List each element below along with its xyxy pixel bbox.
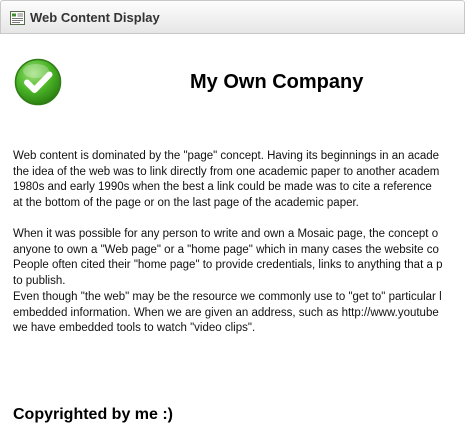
paragraph-line: at the bottom of the page or on the last… — [13, 196, 359, 209]
paragraph-line: 1980s and early 1990s when the best a li… — [13, 181, 432, 193]
green-checkmark-icon — [14, 58, 62, 106]
paragraph-line: People often cited their "home page" to … — [13, 259, 443, 271]
copyright-heading: Copyrighted by me :) — [13, 406, 174, 423]
portlet-title: Web Content Display — [30, 10, 160, 25]
paragraph-line: Even though "the web" may be the resourc… — [13, 291, 442, 303]
content-paragraph: Web content is dominated by the "page" c… — [13, 149, 439, 211]
content-paragraph: Even though "the web" may be the resourc… — [13, 290, 442, 337]
content-paragraph: When it was possible for any person to w… — [13, 227, 442, 289]
paragraph-line: embedded information. When we are given … — [13, 306, 439, 319]
portlet-titlebar: Web Content Display — [0, 0, 465, 34]
web-content-display-icon — [10, 11, 25, 25]
company-name-heading: My Own Company — [190, 71, 364, 93]
web-content-display-portlet: Web Content Display My Own Company Web c… — [0, 0, 465, 443]
paragraph-line: When it was possible for any person to w… — [13, 228, 439, 240]
paragraph-line: anyone to own a "Web page" or a "home pa… — [13, 243, 439, 256]
paragraph-line: Web content is dominated by the "page" c… — [13, 150, 440, 162]
web-content-body: My Own Company Web content is dominated … — [0, 34, 465, 443]
paragraph-line: the idea of the web was to link directly… — [13, 165, 440, 178]
paragraph-line: to publish. — [13, 274, 66, 287]
paragraph-line: we have embedded tools to watch "video c… — [13, 322, 256, 334]
